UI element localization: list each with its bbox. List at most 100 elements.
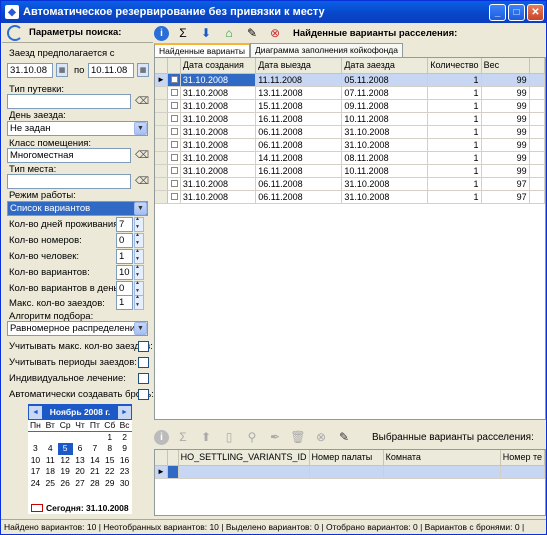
calendar-day[interactable]: 7 (87, 443, 102, 455)
close-button[interactable]: ✕ (527, 3, 544, 21)
calendar-day[interactable]: 27 (73, 478, 88, 490)
column-header[interactable]: Номер палаты (309, 450, 384, 466)
calendar-day[interactable]: 12 (58, 455, 73, 467)
max-arrivals-stepper[interactable] (134, 294, 144, 310)
date-from-input[interactable]: 31.10.08 (7, 63, 53, 78)
auto-booking-checkbox[interactable] (138, 389, 149, 400)
calendar-day[interactable]: 1 (102, 432, 117, 444)
row-checkbox[interactable] (167, 177, 181, 191)
calendar-day[interactable]: 30 (117, 478, 132, 490)
table-row[interactable]: 31.10.2008 06.11.2008 31.10.2008 1 99 (155, 138, 545, 152)
table-row[interactable]: 31.10.2008 16.11.2008 10.11.2008 1 99 (155, 112, 545, 126)
delete-doc-icon[interactable]: ⊗ (266, 24, 284, 42)
calendar-day[interactable]: 22 (102, 466, 117, 478)
row-checkbox[interactable] (167, 99, 181, 113)
row-checkbox[interactable] (167, 125, 181, 139)
column-header[interactable]: Дата заезда (341, 58, 429, 74)
table-row[interactable]: 31.10.2008 06.11.2008 31.10.2008 1 97 (155, 177, 545, 191)
chevron-down-icon[interactable]: ▼ (134, 322, 147, 335)
sum-icon[interactable]: Σ (174, 24, 192, 42)
chevron-down-icon[interactable]: ▼ (134, 122, 147, 135)
calendar-day[interactable]: 20 (73, 466, 88, 478)
calendar-day[interactable]: 24 (28, 478, 43, 490)
table-row[interactable]: 31.10.2008 15.11.2008 09.11.2008 1 99 (155, 99, 545, 113)
calendar-day[interactable]: 13 (73, 455, 88, 467)
calendar-day[interactable]: 10 (28, 455, 43, 467)
rooms-input[interactable]: 0 (116, 233, 133, 248)
chevron-down-icon[interactable]: ▼ (134, 202, 147, 215)
table-row[interactable]: 31.10.2008 06.11.2008 31.10.2008 1 99 (155, 125, 545, 139)
eraser-icon[interactable]: ⌫ (135, 151, 149, 161)
calendar-day[interactable]: 18 (43, 466, 58, 478)
days-stepper[interactable] (134, 216, 144, 232)
calendar-icon[interactable]: ▦ (56, 63, 68, 77)
variants-per-day-input[interactable]: 0 (116, 281, 133, 296)
max-arrivals-input[interactable]: 1 (116, 295, 133, 310)
variants-input[interactable]: 10 (116, 265, 133, 280)
column-header[interactable]: HO_SETTLING_VARIANTS_ID (178, 450, 310, 466)
persons-stepper[interactable] (134, 248, 144, 264)
date-to-input[interactable]: 10.11.08 (88, 63, 134, 78)
algo-select[interactable]: Равномерное распределение (7, 321, 148, 336)
calendar-day[interactable]: 23 (117, 466, 132, 478)
table-row[interactable]: 31.10.2008 16.11.2008 10.11.2008 1 99 (155, 164, 545, 178)
row-checkbox[interactable] (167, 151, 181, 165)
tab-diagram[interactable]: Диаграмма заполнения койкофонда (249, 43, 403, 57)
arrival-day-select[interactable]: Не задан (7, 121, 148, 136)
column-header[interactable]: Вес (481, 58, 530, 74)
document-icon[interactable]: ▯ (220, 428, 238, 446)
edit-icon[interactable]: ✎ (335, 428, 353, 446)
eraser-icon[interactable]: ⌫ (135, 177, 149, 187)
calendar-day[interactable]: 29 (102, 478, 117, 490)
periods-checkbox[interactable] (138, 357, 149, 368)
table-row[interactable]: ► 31.10.2008 11.11.2008 05.11.2008 1 99 (155, 73, 545, 87)
individual-checkbox[interactable] (138, 373, 149, 384)
calendar-day[interactable]: 11 (43, 455, 58, 467)
info-icon[interactable]: i (154, 25, 169, 41)
table-row[interactable]: 31.10.2008 14.11.2008 08.11.2008 1 99 (155, 151, 545, 165)
arrow-up-icon[interactable]: ⬆ (197, 428, 215, 446)
calendar-day[interactable]: 6 (73, 443, 88, 455)
search-icon[interactable]: ⚲ (243, 428, 261, 446)
tab-found[interactable]: Найденные варианты (154, 43, 250, 57)
calendar-footer[interactable]: Сегодня: 31.10.2008 (28, 503, 132, 513)
refresh-icon[interactable] (7, 24, 23, 41)
maximize-button[interactable]: □ (508, 3, 525, 21)
calendar-day[interactable]: 16 (117, 455, 132, 467)
max-arrivals-checkbox[interactable] (138, 341, 149, 352)
next-month-button[interactable]: ► (118, 405, 131, 419)
column-header[interactable]: Комната (383, 450, 501, 466)
calendar-day[interactable]: 26 (58, 478, 73, 490)
row-checkbox[interactable] (167, 112, 181, 126)
sum-icon[interactable]: Σ (174, 428, 192, 446)
row-checkbox[interactable] (167, 164, 181, 178)
calendar-day[interactable]: 3 (28, 443, 43, 455)
edit-icon[interactable]: ✎ (243, 24, 261, 42)
column-header[interactable]: Дата создания (180, 58, 257, 74)
calendar-day[interactable]: 14 (87, 455, 102, 467)
delete-doc-icon[interactable]: ⊗ (312, 428, 330, 446)
table-row[interactable]: 31.10.2008 13.11.2008 07.11.2008 1 99 (155, 86, 545, 100)
arrow-down-icon[interactable]: ⬇ (197, 24, 215, 42)
row-checkbox[interactable] (167, 138, 181, 152)
calendar-day[interactable]: 15 (102, 455, 117, 467)
calendar-day[interactable]: 17 (28, 466, 43, 478)
calendar-day[interactable]: 28 (87, 478, 102, 490)
info-icon[interactable]: i (154, 429, 169, 445)
pen-icon[interactable]: ✒ (266, 428, 284, 446)
eraser-icon[interactable]: ⌫ (135, 97, 149, 107)
days-input[interactable]: 7 (116, 217, 133, 232)
calendar-day[interactable]: 4 (43, 443, 58, 455)
room-class-input[interactable]: Многоместная (7, 148, 131, 163)
column-header[interactable]: Номер те (500, 450, 545, 466)
table-row[interactable]: 31.10.2008 06.11.2008 31.10.2008 1 97 (155, 190, 545, 204)
trash-icon[interactable]: 🗑 (289, 428, 307, 446)
calendar-icon[interactable]: ▦ (137, 63, 149, 77)
variants-stepper[interactable] (134, 264, 144, 280)
column-header[interactable]: Количество (427, 58, 482, 74)
calendar-day[interactable]: 5 (57, 443, 73, 455)
persons-input[interactable]: 1 (116, 249, 133, 264)
calendar-day[interactable]: 21 (87, 466, 102, 478)
place-type-input[interactable] (7, 174, 131, 189)
mode-select[interactable]: Список вариантов (7, 201, 148, 216)
